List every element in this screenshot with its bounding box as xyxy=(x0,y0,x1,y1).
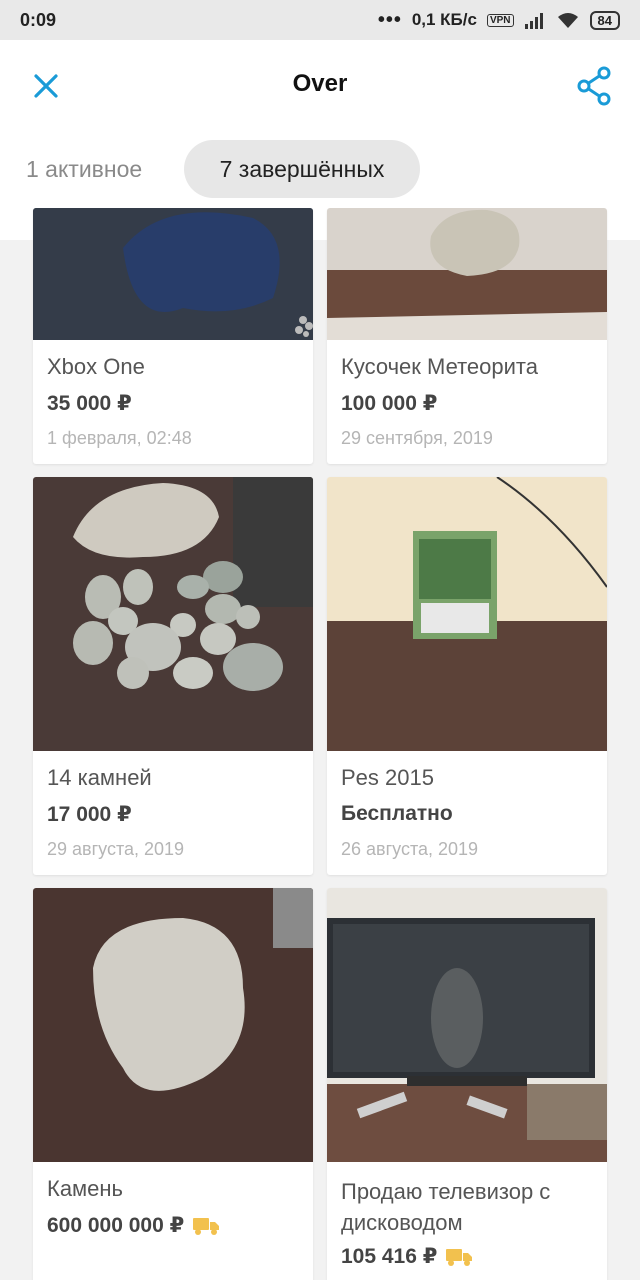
listing-price-text: 17 000 ₽ xyxy=(47,803,132,826)
listing-card-meteorite[interactable]: Кусочек Метеорита 100 000 ₽ 29 сентября,… xyxy=(327,208,607,464)
listing-date: 26 августа, 2019 xyxy=(341,839,479,859)
vpn-badge: VPN xyxy=(486,13,514,27)
tab-completed-listings[interactable]: 7 завершённых xyxy=(184,140,420,198)
listing-price: 105 416 ₽ xyxy=(341,1244,473,1269)
battery-indicator: 84 xyxy=(589,10,620,30)
listing-price: 17 000 ₽ xyxy=(47,802,132,827)
listing-card-stone[interactable]: Камень 600 000 000 ₽ xyxy=(33,888,313,1280)
listing-price-text: 35 000 ₽ xyxy=(47,392,132,415)
listing-price-text: Бесплатно xyxy=(341,802,453,825)
listing-price-text: 600 000 000 ₽ xyxy=(47,1214,185,1237)
listing-title: Кусочек Метеорита xyxy=(341,354,538,379)
wifi-icon xyxy=(557,13,578,28)
network-speed: 0,1 КБ/с xyxy=(411,10,477,29)
listing-price-text: 100 000 ₽ xyxy=(341,392,438,415)
share-icon[interactable] xyxy=(576,66,612,106)
listing-title: Камень xyxy=(47,1176,124,1201)
listings-grid: Xbox One 35 000 ₽ 1 февраля, 02:48 Кусоч… xyxy=(0,208,640,1280)
signal-icon xyxy=(524,13,543,29)
status-tabs: 1 активное 7 завершённых xyxy=(0,140,640,200)
listing-date: 29 сентября, 2019 xyxy=(341,428,493,448)
notification-dots-icon: ••• xyxy=(377,9,402,31)
listing-title: Xbox One xyxy=(47,354,145,379)
truck-icon xyxy=(193,1217,220,1235)
listing-card-tv[interactable]: Продаю телевизор с дисководом 105 416 ₽ xyxy=(327,888,607,1280)
listing-price: 35 000 ₽ xyxy=(47,391,132,416)
listing-photo xyxy=(33,208,313,340)
listing-photo xyxy=(33,477,313,751)
listing-title: 14 камней xyxy=(47,765,152,790)
listing-title: Продаю телевизор с дисководом xyxy=(341,1179,551,1235)
listing-date: 29 августа, 2019 xyxy=(47,839,185,859)
page-title: Over xyxy=(292,70,348,97)
listing-price: 100 000 ₽ xyxy=(341,391,437,416)
status-time: 0:09 xyxy=(20,9,57,30)
listing-card-xbox[interactable]: Xbox One 35 000 ₽ 1 февраля, 02:48 xyxy=(33,208,313,464)
listing-card-pes-2015[interactable]: Pes 2015 Бесплатно 26 августа, 2019 xyxy=(327,477,607,875)
status-bar: 0:09 ••• 0,1 КБ/с VPN 84 xyxy=(0,0,640,40)
status-icons: ••• 0,1 КБ/с VPN 84 xyxy=(378,10,620,30)
listing-price: Бесплатно xyxy=(341,802,453,826)
listing-photo xyxy=(327,888,607,1162)
listing-photo xyxy=(33,888,313,1162)
listing-photo xyxy=(327,208,607,340)
listing-card-14-stones[interactable]: 14 камней 17 000 ₽ 29 августа, 2019 xyxy=(33,477,313,875)
listing-price: 600 000 000 ₽ xyxy=(47,1213,220,1238)
listing-title: Pes 2015 xyxy=(341,765,434,790)
listing-photo xyxy=(327,477,607,751)
listing-price-text: 105 416 ₽ xyxy=(341,1245,438,1268)
truck-icon xyxy=(446,1248,473,1266)
tab-active-listings[interactable]: 1 активное xyxy=(0,140,168,198)
listing-date: 1 февраля, 02:48 xyxy=(47,428,192,448)
